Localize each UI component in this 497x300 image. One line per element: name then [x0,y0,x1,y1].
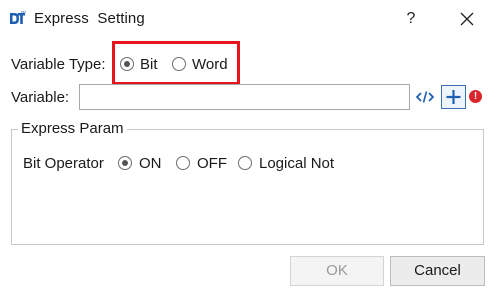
bit-operator-label-clip: Bit Operator [23,154,114,174]
variable-type-label: Variable Type: [11,56,106,73]
radio-logical-not[interactable] [238,156,252,170]
add-variable-button[interactable] [441,85,466,109]
help-button[interactable]: ? [396,4,426,34]
radio-on-label[interactable]: ON [139,155,162,172]
radio-bit[interactable] [120,57,134,71]
plus-icon [446,90,461,104]
radio-word[interactable] [172,57,186,71]
radio-logical-not-label[interactable]: Logical Not [259,155,334,172]
title-bar: PRO Express Setting ? [0,0,497,38]
cancel-button[interactable]: Cancel [390,256,485,286]
code-icon[interactable] [416,90,434,104]
express-param-group [11,129,484,245]
window-title: Express Setting [34,10,145,27]
radio-off[interactable] [176,156,190,170]
ok-button[interactable]: OK [290,256,384,286]
bit-operator-label: Bit Operator [23,155,104,172]
radio-off-label[interactable]: OFF [197,155,227,172]
variable-input[interactable] [79,84,410,110]
svg-text:PRO: PRO [21,10,26,14]
express-setting-dialog: PRO Express Setting ? Variable Type: Bit… [0,0,497,300]
radio-on[interactable] [118,156,132,170]
close-icon[interactable] [452,4,482,34]
radio-bit-label[interactable]: Bit [140,56,158,73]
app-logo-icon: PRO [9,10,26,27]
express-param-title: Express Param [18,120,127,137]
radio-word-label[interactable]: Word [192,56,228,73]
variable-label: Variable: [11,89,70,106]
warning-icon: ! [469,90,482,103]
